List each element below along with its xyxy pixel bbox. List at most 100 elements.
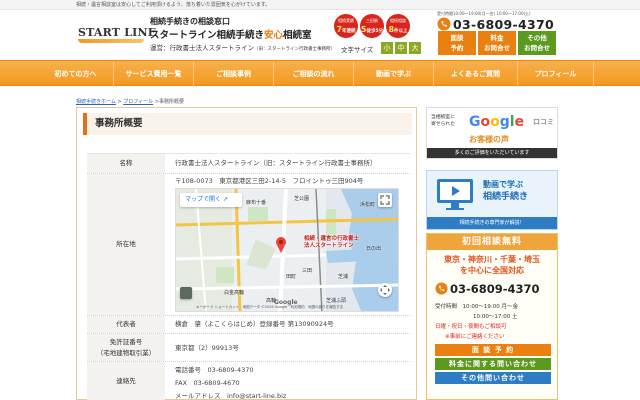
header-appointment-button[interactable]: 面談 予約 [438, 31, 476, 55]
map-place-hamamatsucho: 浜松町 [360, 202, 376, 208]
sidebar-note-1: 日曜・祝日・夜間もご相談可 [435, 324, 507, 330]
row-contact-tel: 電話番号 03-6809-4370 [175, 366, 254, 374]
font-size-label: 文字サイズ [341, 46, 374, 54]
nav-consult-flow[interactable]: ご相談の流れ [274, 61, 354, 87]
nav-case-studies[interactable]: ご相談事例 [194, 61, 274, 87]
free-consult-heading: 初回相談無料 [427, 234, 557, 250]
map-place-tamachi: 田町 [286, 274, 297, 280]
sidebar-hours-1: 受付時間 10:00～19:00 月～金 [435, 302, 518, 310]
font-size-medium-button[interactable]: 中 [395, 42, 407, 54]
customer-voice-label: お客様の声 [469, 135, 509, 144]
sidebar-tel[interactable]: 03-6809-4370 [435, 282, 555, 296]
medal-1-bottom: 7年連続 [334, 25, 358, 34]
google-review-banner[interactable]: 当相続室に 寄せられた Google 口コミ お客様の声 多くのご評価をいただいて… [426, 107, 558, 159]
contact-box: 初回相談無料 東京・神奈川・千葉・埼玉 を中心に全国対応 03-6809-437… [426, 233, 558, 400]
breadcrumb-sep-1: > [117, 99, 122, 105]
row-rep-header: 代表者 [87, 316, 165, 333]
sidebar-fee-inquiry-button[interactable]: 料金に関する問い合わせ [435, 358, 551, 370]
row-license-header: 免許証番号 （宅地建物取引業） [87, 334, 165, 361]
header-tel[interactable]: 03-6809-4370 [437, 17, 557, 32]
font-size-small-button[interactable]: 小 [381, 42, 393, 54]
row-name-value: 行政書士法人スタートライン（旧：スタートライン行政書士事務所） [175, 159, 377, 167]
hours-weekday: 10:00～19:00 月～金 [462, 304, 518, 310]
site-logo[interactable]: START LINE [78, 24, 156, 46]
header-tel-number: 03-6809-4370 [453, 17, 554, 32]
nav-first-time[interactable]: 初めての方へ [38, 61, 114, 87]
video-banner-line2: 相続手続き [483, 192, 529, 202]
sidebar-appointment-button[interactable]: 面 談 予 約 [435, 344, 551, 356]
header-btn-1-line2: 予約 [450, 44, 464, 52]
row-rep-value: 横倉 肇（よこくらはじめ）登録番号 第13090924号 [175, 320, 334, 328]
table-row-name: 名称 行政書士法人スタートライン（旧：スタートライン行政書士事務所） [87, 154, 410, 174]
office-info-table: 名称 行政書士法人スタートライン（旧：スタートライン行政書士事務所） 所在地 〒… [87, 153, 410, 400]
map-pin-label-2: 法人スタートライン [304, 243, 354, 249]
row-license-header-2: （宅地建物取引業） [96, 348, 156, 357]
phone-icon [437, 17, 451, 31]
row-contact-fax: FAX 03-6809-4670 [175, 379, 240, 387]
video-strip: 相続手続きの専門家が解説！ [427, 217, 557, 229]
row-license-value: 東京都（2）99913号 [175, 344, 239, 352]
nav-profile[interactable]: プロフィール [518, 61, 594, 87]
map-layer-thumbnail[interactable] [180, 287, 192, 299]
sidebar-hours-2: 10:00～17:00 土 [473, 314, 518, 320]
breadcrumb: 相続手続きホーム > プロフィール >事務所概要 [76, 98, 184, 105]
map-place-shirokane: 白金高輪 [224, 290, 245, 296]
medal-3-bottom: 8件以上 [386, 25, 410, 34]
nav-videos[interactable]: 動画で学ぶ [354, 61, 434, 87]
map-place-mita: 三田 [302, 268, 313, 274]
google-logo: Google [469, 114, 525, 130]
map-place-shibaurafuto: 芝浦ふ頭 [326, 298, 347, 304]
breadcrumb-profile[interactable]: プロフィール [123, 99, 153, 105]
row-contact-header: 連絡先 [87, 362, 165, 400]
logo-swoosh [78, 39, 144, 43]
table-row-license: 免許証番号 （宅地建物取引業） 東京都（2）99913号 [87, 334, 410, 362]
top-info-bar: 相続・遺言相談室は安心してご利用頂けるよう、落ち着いた雰囲気を心がけています。 [0, 0, 640, 10]
open-map-label: マップで開く [185, 196, 222, 203]
row-name-header: 名称 [87, 154, 165, 173]
medal-1-unit: 年連続 [342, 29, 356, 34]
achievement-medals: 相続実績 7年連続 三田駅 5徒歩5分 相続相談 8件以上 [334, 14, 410, 40]
operator-old-name: （旧：スタートライン行政書士事務所） [254, 47, 335, 52]
map-place-azabujuban: 麻布十番 [246, 200, 267, 206]
medal-3-top: 相続相談 [390, 18, 406, 23]
medal-2-bottom: 5徒歩5分 [360, 25, 384, 34]
operator-name: 運営：行政書士法人スタートライン [150, 44, 254, 52]
sidebar-other-inquiry-button[interactable]: その他問い合わせ [435, 372, 551, 384]
global-nav: 初めての方へ サービス費用一覧 ご相談事例 ご相談の流れ 動画で学ぶ よくあるご… [0, 60, 640, 87]
map-fullscreen-button[interactable] [378, 193, 392, 207]
table-row-contact: 連絡先 電話番号 03-6809-4370 FAX 03-6809-4670 メ… [87, 362, 410, 400]
header-btn-2-line1: 料金 [490, 34, 504, 42]
review-strip: 多くのご評価をいただいています [427, 148, 557, 158]
video-banner[interactable]: 動画で学ぶ 相続手続き 相続手続きの専門家が解説！ [426, 170, 558, 230]
row-license-header-1: 免許証番号 [109, 337, 143, 346]
review-banner-caption: 当相続室に 寄せられた [431, 114, 455, 128]
breadcrumb-current: 事務所概要 [158, 99, 184, 105]
site-title-post: 相続室 [283, 30, 312, 41]
nav-faq[interactable]: よくあるご質問 [434, 61, 518, 87]
font-size-large-button[interactable]: 大 [409, 42, 421, 54]
nav-service-fees[interactable]: サービス費用一覧 [114, 61, 194, 87]
main-content: 事務所概要 名称 行政書士法人スタートライン（旧：スタートライン行政書士事務所）… [76, 107, 417, 400]
map-pan-control[interactable] [378, 283, 392, 297]
service-areas: 東京・神奈川・千葉・埼玉 を中心に全国対応 [427, 254, 557, 276]
row-address-value: 〒108-0073 東京都港区三田2-14-5 フロイントゥ三田904号 [175, 177, 364, 185]
page-title: 事務所概要 [83, 113, 412, 135]
header-btn-3-line2: お問合せ [524, 44, 550, 52]
office-map[interactable]: 麻布十番 芝公園 三田 田町 芝浦 浜松町 日の出 白金高輪 芝浦ふ頭 高輪 マ… [175, 188, 399, 312]
site-title: スタートライン相続手続き安心相続室 [150, 27, 312, 41]
header-other-inquiry-button[interactable]: その他 お問合せ [518, 31, 556, 55]
sidebar-note-2: ※事前にご連絡ください [445, 334, 505, 340]
breadcrumb-home[interactable]: 相続手続きホーム [76, 99, 116, 105]
top-info-text: 相続・遺言相談室は安心してご利用頂けるよう、落ち着いた雰囲気を心がけています。 [76, 2, 271, 8]
open-map-button[interactable]: マップで開く ↗ [180, 193, 242, 207]
fullscreen-icon [380, 195, 390, 205]
logo-text: START LINE [78, 26, 157, 39]
header-fee-inquiry-button[interactable]: 料金 お問合せ [478, 31, 516, 55]
site-title-pre: スタートライン相続手続き [150, 30, 265, 41]
kuchikomi-label: 口コミ [533, 118, 554, 126]
header-btn-3-line1: その他 [527, 34, 547, 42]
service-areas-1: 東京・神奈川・千葉・埼玉 [444, 255, 540, 264]
sidebar-tel-number: 03-6809-4370 [450, 282, 540, 296]
review-caption-2: 寄せられた [431, 122, 455, 127]
map-place-shibaura: 芝浦 [338, 274, 349, 280]
